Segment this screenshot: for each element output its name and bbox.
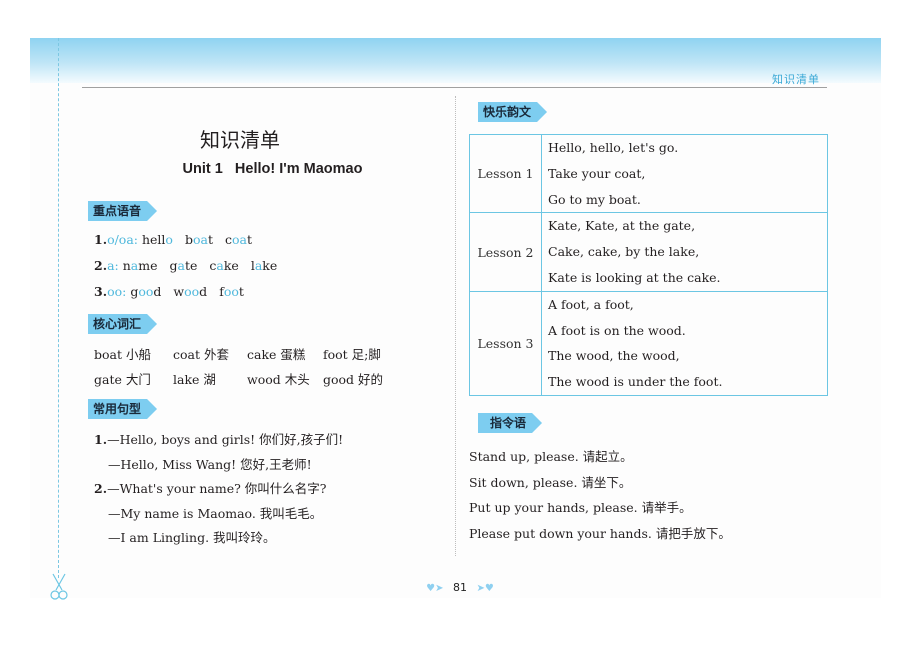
sound-key: o/oa: — [107, 232, 142, 247]
rhyme-line: A foot, a foot, — [548, 296, 634, 312]
vocabulary-word: good 好的 — [323, 372, 384, 387]
unit-title: Unit 1 Hello! I'm Maomao — [182, 161, 363, 177]
vocabulary-word: wood 木头 — [247, 372, 310, 387]
sentence-text: —I am Lingling. 我叫玲玲。 — [108, 530, 276, 545]
instruction-line: Please put down your hands. 请把手放下。 — [469, 525, 731, 541]
highlighted-letters: oo — [184, 284, 200, 299]
section-tag-label: 常用句型 — [88, 399, 157, 419]
item-number: 1. — [94, 432, 108, 447]
rhyme-line: Kate is looking at the cake. — [548, 269, 721, 285]
section-tag-label: 核心词汇 — [88, 314, 157, 334]
heart-icon: ♥➤ — [426, 583, 444, 594]
rhyme-line: Cake, cake, by the lake, — [548, 244, 700, 260]
rhyme-line: Hello, hello, let's go. — [548, 140, 679, 155]
example-word: coat — [224, 232, 253, 247]
item-number: 1. — [94, 232, 108, 247]
example-word: gate — [169, 258, 198, 273]
header-section-label: 知识清单 — [772, 73, 820, 86]
vocabulary-word: lake 湖 — [173, 372, 216, 387]
rhyme-line: The wood, the wood, — [548, 348, 680, 364]
header-rule — [82, 87, 827, 88]
sentence-text: —Hello, boys and girls! 你们好,孩子们! — [107, 432, 344, 447]
page-footer: ♥➤ 81 ➤♥ — [410, 581, 510, 594]
pronunciation-item: 1.o/oa: hello boat coat — [94, 232, 264, 247]
rhyme-line: A foot is on the wood. — [548, 322, 686, 338]
highlighted-letters: a — [130, 258, 139, 273]
lesson-row: Lesson 3 A foot, a foot, A foot is on the … — [469, 290, 828, 396]
sentence-line: —My name is Maomao. 我叫毛毛。 — [108, 503, 322, 522]
sound-key: a: — [107, 258, 123, 273]
example-word: good — [130, 284, 162, 299]
section-tag-label: 指令语 — [478, 413, 542, 433]
lesson-text: A foot, a foot, A foot is on the wood. The… — [541, 290, 828, 396]
sentence-text: —My name is Maomao. 我叫毛毛。 — [108, 505, 323, 521]
example-word: hello — [141, 232, 173, 247]
lesson-row: Lesson 1 Hello, hello, let's go. Take your… — [469, 133, 828, 214]
header-band — [30, 38, 881, 83]
cut-line — [58, 38, 59, 578]
rhymes-table: Lesson 1 Hello, hello, let's go. Take your… — [469, 133, 828, 396]
highlighted-letters: oa — [192, 232, 208, 247]
pronunciation-item: 2.a: name gate cake lake — [94, 258, 289, 273]
sentence-line: 1.—Hello, boys and girls! 你们好,孩子们! — [94, 429, 343, 448]
instruction-line: Stand up, please. 请起立。 — [469, 449, 633, 464]
example-word: boat — [184, 232, 213, 247]
example-word: foot — [219, 284, 244, 299]
sentence-text: —Hello, Miss Wang! 您好,王老师! — [108, 456, 312, 472]
highlighted-letters: a — [216, 258, 224, 273]
vocabulary-word: foot 足;脚 — [323, 347, 381, 362]
example-word: wood — [173, 284, 208, 299]
heart-icon: ➤♥ — [476, 583, 494, 594]
page-title: 知识清单 — [200, 128, 280, 152]
vocabulary-word: boat 小船 — [94, 347, 151, 362]
sound-key: oo: — [107, 284, 131, 299]
item-number: 2. — [94, 258, 108, 273]
sentence-line: —I am Lingling. 我叫玲玲。 — [108, 527, 276, 546]
lesson-label: Lesson 3 — [469, 290, 542, 396]
highlighted-letters: oo — [223, 284, 239, 299]
vocabulary-word: cake 蛋糕 — [247, 347, 306, 362]
vocabulary-word: coat 外套 — [173, 347, 229, 362]
example-word: lake — [250, 258, 278, 273]
lesson-text: Hello, hello, let's go. Take your coat, Go… — [541, 133, 828, 214]
highlighted-letters: a — [177, 258, 185, 273]
example-word: name — [122, 258, 158, 273]
lesson-row: Lesson 2 Kate, Kate, at the gate, Cake, ca… — [469, 212, 828, 292]
highlighted-letters: o — [165, 232, 173, 247]
lesson-label: Lesson 1 — [469, 133, 542, 214]
lesson-label: Lesson 2 — [469, 212, 542, 292]
rhyme-line: Take your coat, — [548, 165, 646, 181]
sentence-text: —What's your name? 你叫什么名字? — [107, 481, 327, 496]
rhyme-line: Go to my boat. — [548, 191, 641, 207]
textbook-page: 知识清单 知识清单 Unit 1 Hello! I'm Maomao 重点语音 … — [30, 38, 881, 600]
item-number: 2. — [94, 481, 108, 496]
highlighted-letters: oa — [232, 232, 247, 247]
rhyme-line: The wood is under the foot. — [548, 374, 723, 390]
highlighted-letters: a — [254, 258, 263, 273]
instruction-line: Put up your hands, please. 请举手。 — [469, 500, 692, 515]
instruction-line: Sit down, please. 请坐下。 — [469, 474, 632, 490]
sentence-line: 2.—What's your name? 你叫什么名字? — [94, 478, 326, 497]
pronunciation-item: 3.oo: good wood foot — [94, 284, 256, 299]
page-number: 81 — [453, 581, 467, 594]
item-number: 3. — [94, 284, 108, 299]
section-tag-label: 重点语音 — [88, 201, 157, 221]
example-word: cake — [209, 258, 239, 273]
rhyme-line: Kate, Kate, at the gate, — [548, 218, 696, 234]
scissors-icon — [50, 573, 68, 600]
vocabulary-word: gate 大门 — [94, 372, 151, 387]
lesson-text: Kate, Kate, at the gate, Cake, cake, by t… — [541, 212, 828, 292]
section-tag-label: 快乐韵文 — [478, 102, 547, 122]
highlighted-letters: oo — [138, 284, 154, 299]
sentence-line: —Hello, Miss Wang! 您好,王老师! — [108, 454, 312, 473]
